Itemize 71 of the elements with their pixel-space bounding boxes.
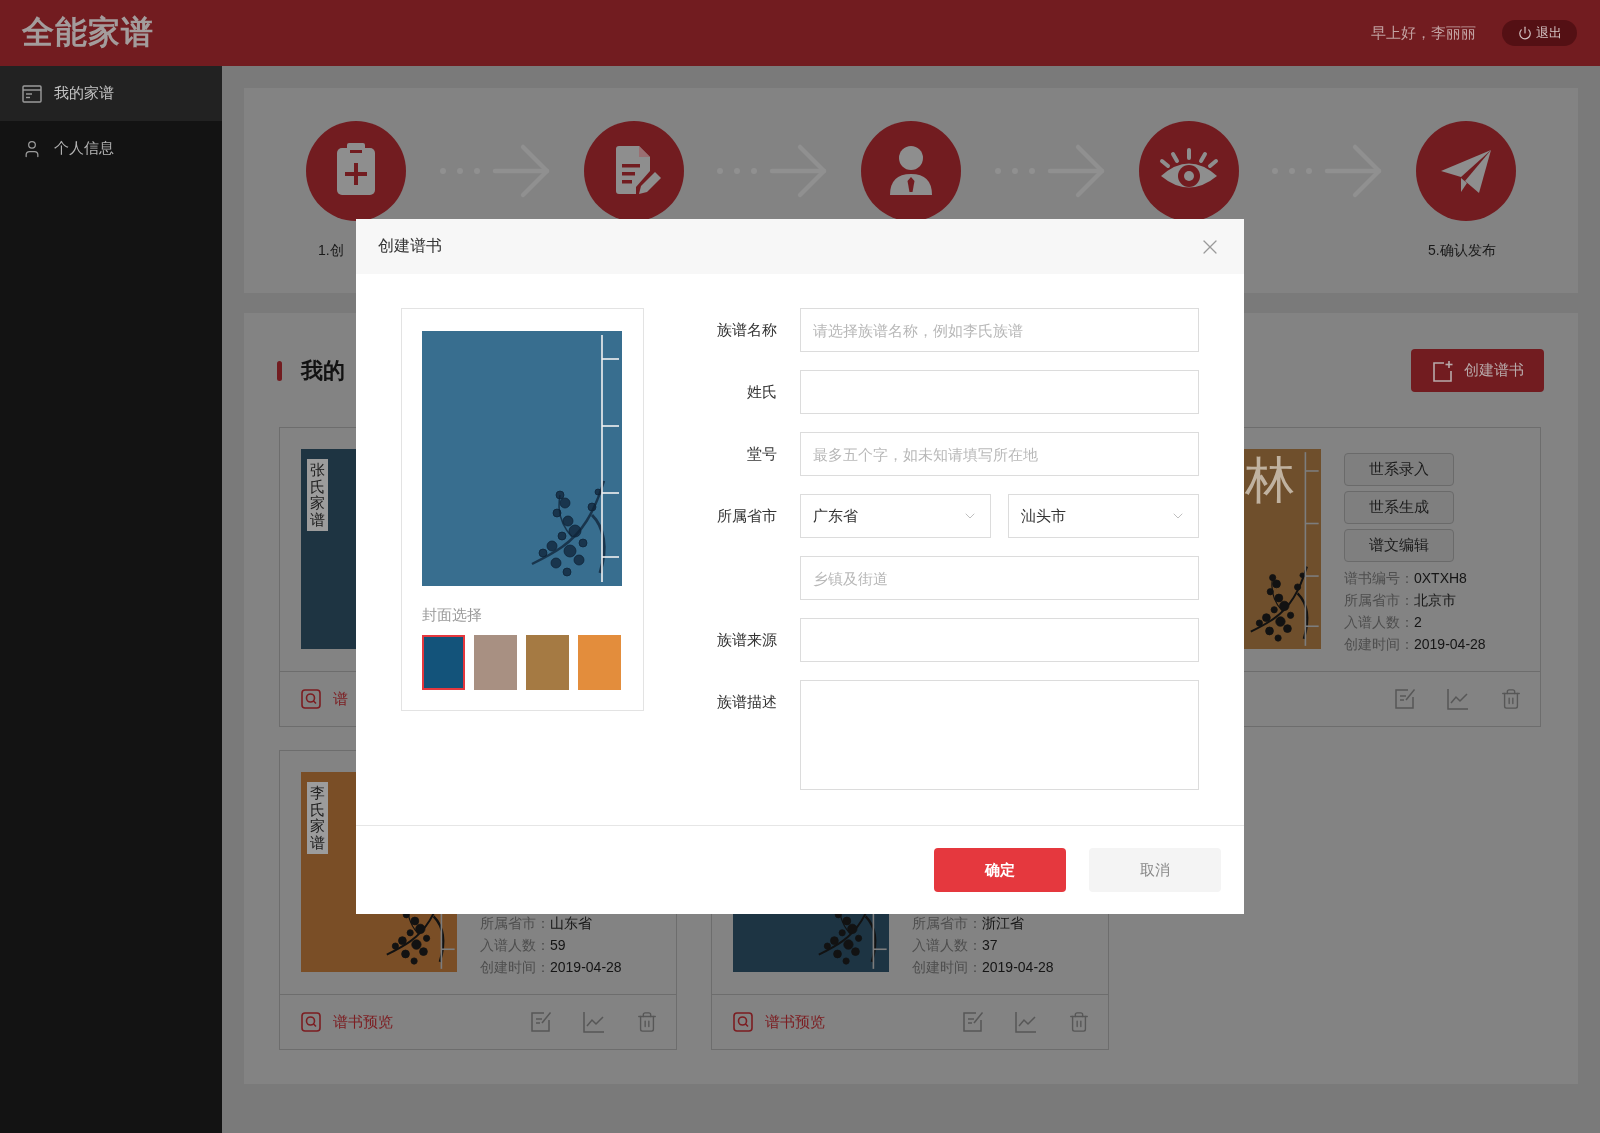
greeting-text: 早上好，李丽丽 [1371,23,1476,43]
action-button[interactable]: 谱文编辑 [1344,529,1454,562]
action-button[interactable]: 世系生成 [1344,491,1454,524]
textarea-field[interactable] [800,680,1199,790]
line-chart-icon[interactable] [1447,688,1469,710]
logout-button[interactable]: 退出 [1502,20,1577,46]
eye-icon [1138,121,1239,221]
select-field[interactable]: 汕头市 [1008,494,1199,538]
logo-text: 全能家谱 [22,13,154,52]
sidebar-item[interactable]: 我的家谱 [0,66,222,121]
select-field[interactable]: 广东省 [800,494,991,538]
info-value: 北京市 [1414,591,1456,610]
info-value: 0XTXH8 [1414,569,1467,588]
preview-link[interactable]: 谱 [301,689,348,709]
edit-icon[interactable] [1394,688,1416,710]
person-tie-icon [861,121,961,221]
search-icon [733,1012,753,1032]
paper-plane-icon [1416,121,1516,221]
swatch-icon[interactable] [422,635,465,690]
info-value: 山东省 [550,914,592,933]
power-icon [1517,26,1532,40]
search-icon [301,689,321,709]
info-value: 2019-04-28 [550,958,622,977]
action-button[interactable]: 世系录入 [1344,453,1454,486]
preview-link[interactable]: 谱书预览 [301,1012,393,1032]
info-value: 59 [550,936,566,955]
create-button[interactable]: 创建谱书 [1411,349,1544,392]
dialog-title: 创建谱书 [378,236,442,256]
document-pen-icon [583,121,684,221]
cancel-button[interactable]: 取消 [1089,848,1221,892]
line-chart-icon[interactable] [1015,1011,1037,1033]
input-field[interactable]: 请选择族谱名称，例如李氏族谱 [800,308,1199,352]
field-label: 堂号 [747,444,777,464]
cover-title: 李氏家谱 [307,782,328,854]
trash-icon[interactable] [1068,1011,1090,1033]
confirm-button[interactable]: 确定 [934,848,1066,892]
swatch-icon[interactable] [526,635,569,690]
field-label: 族谱描述 [717,692,777,712]
document-plus-icon [1431,359,1454,382]
cover-title: 林 [1245,455,1295,505]
edit-icon[interactable] [962,1011,984,1033]
field-label: 姓氏 [747,382,777,402]
section-title: 我的 [301,356,345,385]
preview-link[interactable]: 谱书预览 [733,1012,825,1032]
sidebar-item[interactable]: 个人信息 [0,121,222,176]
search-icon [301,1012,321,1032]
line-chart-icon[interactable] [583,1011,605,1033]
edit-icon[interactable] [530,1011,552,1033]
step-label: 5.确认发布 [1428,242,1496,259]
trash-icon[interactable] [636,1011,658,1033]
trash-icon[interactable] [1500,688,1522,710]
input-field[interactable] [800,618,1199,662]
clipboard-plus-icon [306,121,406,221]
input-field[interactable] [800,370,1199,414]
input-field[interactable]: 最多五个字，如未知请填写所在地 [800,432,1199,476]
cover-caption: 封面选择 [422,606,483,624]
info-value: 2019-04-28 [1414,635,1486,654]
step-label: 1.创 [318,242,344,259]
field-label: 族谱来源 [717,630,777,650]
accent-bar [277,360,282,381]
window-icon [22,84,42,103]
swatch-icon[interactable] [474,635,517,690]
input-field[interactable]: 乡镇及街道 [800,556,1199,600]
info-value: 浙江省 [982,914,1024,933]
swatch-icon[interactable] [578,635,621,690]
info-value: 37 [982,936,998,955]
field-label: 所属省市 [717,506,777,526]
info-value: 2 [1414,613,1422,632]
info-value: 2019-04-28 [982,958,1054,977]
field-label: 族谱名称 [717,320,777,340]
cover-title: 张氏家谱 [307,459,328,531]
